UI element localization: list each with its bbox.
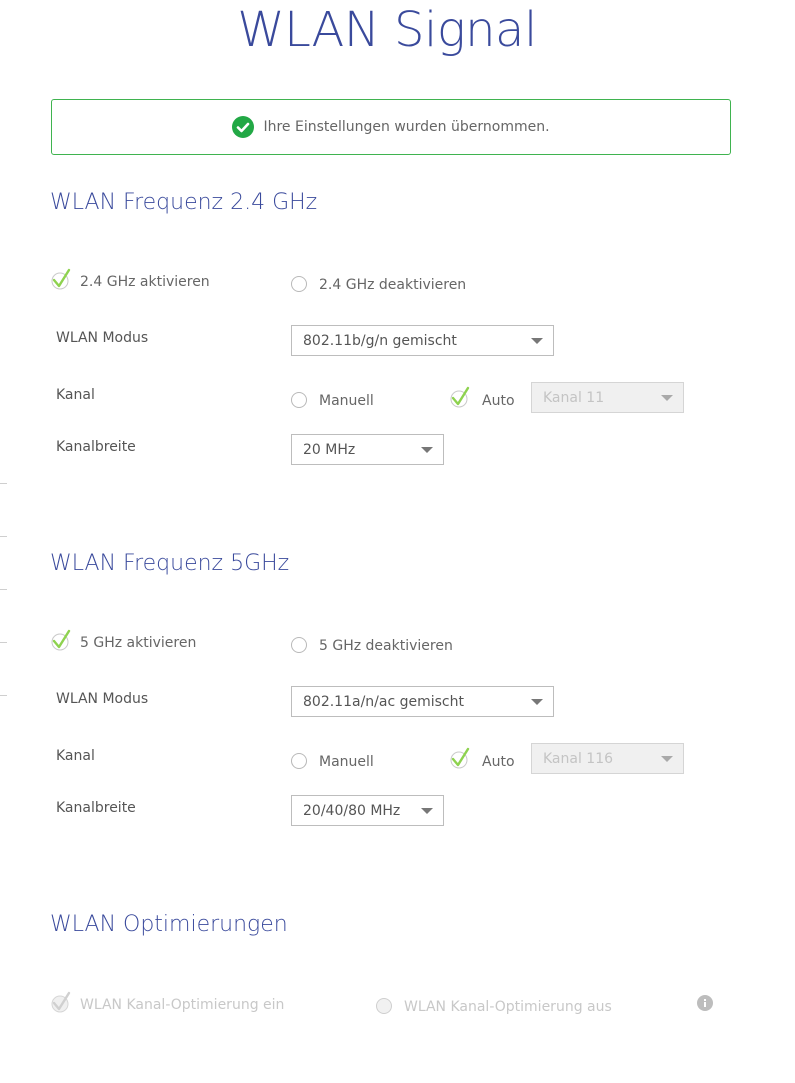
- width-label-24ghz: Kanalbreite: [56, 439, 136, 455]
- width-select-5ghz-value: 20/40/80 MHz: [303, 802, 401, 819]
- channel-manual-5ghz-radio[interactable]: [291, 752, 307, 769]
- channel-label-5ghz: Kanal: [56, 748, 95, 764]
- mode-select-5ghz[interactable]: 802.11a/n/ac gemischt: [291, 686, 554, 717]
- enable-24ghz-label: 2.4 GHz aktivieren: [80, 274, 210, 290]
- disable-24ghz-radio[interactable]: [291, 276, 307, 292]
- mode-select-24ghz-value: 802.11b/g/n gemischt: [303, 332, 457, 349]
- disable-5ghz-label: 5 GHz deaktivieren: [319, 638, 453, 654]
- channel-auto-24ghz-option[interactable]: Auto: [449, 384, 515, 409]
- mode-select-5ghz-value: 802.11a/n/ac gemischt: [303, 693, 464, 710]
- edge-divider: [0, 695, 7, 696]
- channel-label-24ghz: Kanal: [56, 387, 95, 403]
- mode-label-24ghz: WLAN Modus: [56, 330, 149, 346]
- disable-24ghz-option[interactable]: 2.4 GHz deaktivieren: [291, 275, 466, 293]
- section-title-5ghz: WLAN Frequenz 5GHz: [50, 551, 290, 576]
- channel-manual-24ghz-option[interactable]: Manuell: [291, 390, 374, 409]
- optimization-off-radio: [376, 998, 392, 1014]
- channel-auto-5ghz-option[interactable]: Auto: [449, 745, 515, 770]
- width-select-24ghz[interactable]: 20 MHz: [291, 434, 444, 465]
- channel-auto-24ghz-label: Auto: [482, 393, 515, 409]
- channel-select-5ghz-value: Kanal 116: [543, 750, 614, 767]
- channel-select-5ghz: Kanal 116: [531, 743, 684, 774]
- chevron-down-icon: [421, 446, 433, 453]
- success-message: Ihre Einstellungen wurden übernommen.: [263, 119, 550, 135]
- checkmark-icon: [449, 747, 471, 769]
- checkmark-icon: [50, 991, 72, 1013]
- checkmark-icon: [50, 629, 72, 651]
- chevron-down-icon: [531, 337, 543, 344]
- chevron-down-icon: [421, 807, 433, 814]
- enable-5ghz-option[interactable]: 5 GHz aktivieren: [50, 629, 196, 651]
- edge-divider: [0, 589, 7, 590]
- chevron-down-icon: [661, 394, 673, 401]
- mode-label-5ghz: WLAN Modus: [56, 691, 149, 707]
- optimization-off-option: WLAN Kanal-Optimierung aus: [376, 997, 612, 1015]
- enable-24ghz-option[interactable]: 2.4 GHz aktivieren: [50, 268, 210, 290]
- width-select-24ghz-value: 20 MHz: [303, 441, 356, 458]
- channel-select-24ghz: Kanal 11: [531, 382, 684, 413]
- width-select-5ghz[interactable]: 20/40/80 MHz: [291, 795, 444, 826]
- channel-manual-24ghz-radio[interactable]: [291, 391, 307, 408]
- page-title: WLAN Signal: [237, 2, 537, 58]
- section-title-optimization: WLAN Optimierungen: [50, 912, 288, 937]
- edge-divider: [0, 483, 7, 484]
- edge-divider: [0, 642, 7, 643]
- disable-5ghz-option[interactable]: 5 GHz deaktivieren: [291, 636, 453, 654]
- channel-auto-5ghz-label: Auto: [482, 754, 515, 770]
- enable-5ghz-label: 5 GHz aktivieren: [80, 635, 197, 651]
- chevron-down-icon: [661, 755, 673, 762]
- section-title-24ghz: WLAN Frequenz 2.4 GHz: [50, 190, 318, 215]
- width-label-5ghz: Kanalbreite: [56, 800, 136, 816]
- optimization-off-label: WLAN Kanal-Optimierung aus: [404, 999, 612, 1015]
- checkmark-icon: [50, 268, 72, 290]
- optimization-on-label: WLAN Kanal-Optimierung ein: [80, 997, 285, 1013]
- success-alert: Ihre Einstellungen wurden übernommen.: [51, 99, 731, 155]
- mode-select-24ghz[interactable]: 802.11b/g/n gemischt: [291, 325, 554, 356]
- disable-24ghz-label: 2.4 GHz deaktivieren: [319, 277, 467, 293]
- channel-select-24ghz-value: Kanal 11: [543, 389, 605, 406]
- channel-manual-5ghz-label: Manuell: [319, 754, 374, 770]
- info-icon[interactable]: [697, 995, 713, 1011]
- edge-divider: [0, 536, 7, 537]
- channel-manual-24ghz-label: Manuell: [319, 393, 374, 409]
- checkmark-icon: [449, 386, 471, 408]
- disable-5ghz-radio[interactable]: [291, 637, 307, 653]
- optimization-on-option: WLAN Kanal-Optimierung ein: [50, 991, 284, 1013]
- channel-manual-5ghz-option[interactable]: Manuell: [291, 751, 374, 770]
- check-circle-icon: [232, 116, 255, 138]
- chevron-down-icon: [531, 698, 543, 705]
